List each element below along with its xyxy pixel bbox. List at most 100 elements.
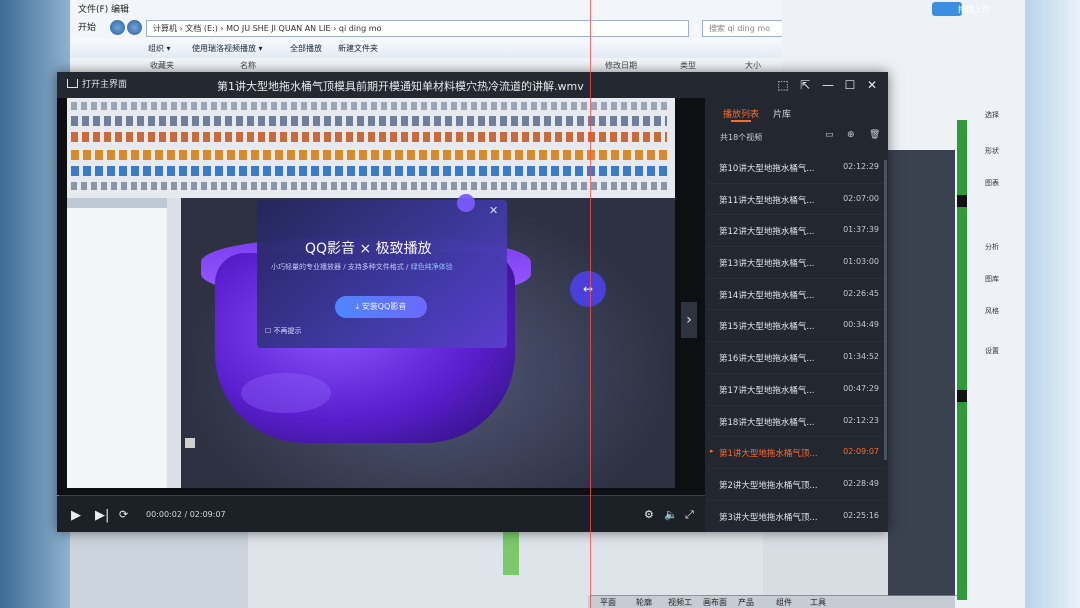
side-gallery[interactable]: 图库 xyxy=(985,274,999,284)
dark-block xyxy=(957,195,967,207)
toolbar-row xyxy=(71,166,667,176)
playlist-scrollbar[interactable] xyxy=(884,160,887,460)
playlist-item-name: 第3讲大型地拖水桶气顶... xyxy=(719,512,818,522)
toolbar-row xyxy=(71,132,667,142)
status-item[interactable]: 画布面 xyxy=(703,597,727,608)
tab-playlist[interactable]: 播放列表 xyxy=(723,107,759,120)
favorites-item[interactable]: 收藏夹 xyxy=(150,60,174,71)
video-title: 第1讲大型地拖水桶气顶模具前期开模通知单材料模穴热冷流道的讲解.wmv xyxy=(217,80,584,93)
loop-icon[interactable]: ⟳ xyxy=(119,508,128,521)
file-explorer-window: 文件(F) 编辑 开始 计算机 › 文档 (E:) › MO JU SHE JI… xyxy=(70,0,853,73)
playlist-item-name: 第14讲大型地拖水桶气... xyxy=(719,290,815,301)
tab-library[interactable]: 片库 xyxy=(773,107,791,120)
volume-icon[interactable]: 🔈 xyxy=(664,508,678,521)
folder-icon[interactable]: ▭ xyxy=(825,130,837,140)
playlist-item-name: 第18讲大型地拖水桶气... xyxy=(719,417,815,428)
play-icon[interactable]: ▶ xyxy=(71,508,81,523)
status-item[interactable]: 产品 xyxy=(738,597,754,608)
playlist-item-name: 第11讲大型地拖水桶气... xyxy=(719,195,815,206)
home-button[interactable]: 打开主界面 xyxy=(67,78,127,92)
dont-show-again-checkbox[interactable]: ☐ 不再提示 xyxy=(265,326,302,336)
playlist-item[interactable]: 第16讲大型地拖水桶气... 01:34:52 xyxy=(707,342,885,374)
side-style[interactable]: 风格 xyxy=(985,306,999,316)
home-label: 打开主界面 xyxy=(82,80,128,90)
player-titlebar[interactable]: 打开主界面 第1讲大型地拖水桶气顶模具前期开模通知单材料模穴热冷流道的讲解.wm… xyxy=(57,72,888,98)
new-folder-button[interactable]: 新建文件夹 xyxy=(338,43,378,54)
playlist-item-duration: 02:09:07 xyxy=(843,447,879,457)
playlist-item[interactable]: 第17讲大型地拖水桶气... 00:47:29 xyxy=(707,374,885,406)
playlist-item[interactable]: 第13讲大型地拖水桶气... 01:03:00 xyxy=(707,247,885,279)
video-side-tools xyxy=(167,198,181,488)
address-bar[interactable]: 计算机 › 文档 (E:) › MO JU SHE JI QUAN AN LIE… xyxy=(146,20,689,37)
organize-button[interactable]: 组织 ▾ xyxy=(148,43,171,54)
cad-status-bar: 平面 轮廓 视频工 画布面 产品 组件 工具 xyxy=(588,596,955,608)
side-analysis[interactable]: 分析 xyxy=(985,242,999,252)
guide-line-horizontal xyxy=(590,595,958,596)
playlist-item-duration: 02:26:45 xyxy=(843,288,879,298)
close-icon[interactable]: ✕ xyxy=(489,204,498,217)
status-item[interactable]: 组件 xyxy=(776,597,792,608)
back-button[interactable] xyxy=(110,20,125,35)
playlist-item-name: 第10讲大型地拖水桶气... xyxy=(719,164,815,174)
side-chart[interactable]: 图表 xyxy=(985,178,999,188)
playlist-item-duration: 00:47:29 xyxy=(843,383,879,393)
promo-subtitle-text: 小巧轻量的专业播放器 / 支持多种文件格式 / xyxy=(271,263,411,271)
dont-show-label: 不再提示 xyxy=(273,327,302,335)
next-icon[interactable]: ▶| xyxy=(95,508,109,523)
playlist-item[interactable]: 第18讲大型地拖水桶气... 02:12:23 xyxy=(707,406,885,438)
add-icon[interactable]: ⊕ xyxy=(847,130,859,140)
start-button[interactable]: 开始 xyxy=(78,20,96,33)
playlist-item-duration: 02:12:29 xyxy=(843,162,879,171)
close-button[interactable]: ✕ xyxy=(864,77,880,93)
explorer-toolbar: 组织 ▾ 使用瑞洛视频播放 ▾ 全部播放 新建文件夹 xyxy=(70,38,782,58)
status-item[interactable]: 轮廓 xyxy=(636,597,652,608)
side-shape[interactable]: 形状 xyxy=(985,146,999,156)
explorer-menu[interactable]: 文件(F) 编辑 xyxy=(78,2,129,15)
video-cad-toolbar xyxy=(67,98,675,198)
forward-button[interactable] xyxy=(127,20,142,35)
side-settings[interactable]: 设置 xyxy=(985,346,999,356)
playlist-item[interactable]: 第14讲大型地拖水桶气... 02:26:45 xyxy=(707,279,885,311)
col-date[interactable]: 修改日期 xyxy=(605,60,637,71)
guide-line-vertical xyxy=(590,0,591,608)
cad-layer-list xyxy=(70,530,248,608)
playlist-item-duration: 02:25:16 xyxy=(843,510,879,520)
side-select[interactable]: 选择 xyxy=(985,110,999,120)
status-item[interactable]: 平面 xyxy=(600,597,616,608)
playlist-item-duration: 02:12:23 xyxy=(843,415,879,425)
time-display: 00:00:02 / 02:09:07 xyxy=(146,510,226,519)
playlist-item[interactable]: 第10讲大型地拖水桶气... 02:12:29 xyxy=(707,152,885,184)
playlist-item[interactable]: 第12讲大型地拖水桶气... 01:37:39 xyxy=(707,215,885,248)
playlist-item[interactable]: ▸ 第1讲大型地拖水桶气顶... 02:09:07 xyxy=(707,437,885,469)
play-all-button[interactable]: 全部播放 xyxy=(290,43,322,54)
drag-handle-icon[interactable]: ↔ xyxy=(570,271,606,307)
col-type[interactable]: 类型 xyxy=(680,60,696,71)
playlist-item-name: 第15讲大型地拖水桶气... xyxy=(719,322,815,333)
now-playing-icon: ▸ xyxy=(710,447,714,456)
pin-button[interactable]: ⇱ xyxy=(797,77,813,93)
playlist-item-duration: 02:28:49 xyxy=(843,478,879,488)
playlist-item[interactable]: 第15讲大型地拖水桶气... 00:34:49 xyxy=(707,310,885,343)
settings-icon[interactable]: ⚙ xyxy=(644,508,654,521)
playlist-item-duration: 01:03:00 xyxy=(843,257,879,267)
fullscreen-icon[interactable]: ⤢ xyxy=(685,508,694,522)
expand-panel-button[interactable]: › xyxy=(681,302,697,338)
video-area[interactable]: ✕ QQ影音 × 极致播放 小巧轻量的专业播放器 / 支持多种文件格式 / 绿色… xyxy=(57,98,705,496)
playlist-item-duration: 02:07:00 xyxy=(843,193,879,203)
playlist-item[interactable]: 第3讲大型地拖水桶气顶... 02:25:16 xyxy=(707,501,885,522)
playlist-item[interactable]: 第11讲大型地拖水桶气... 02:07:00 xyxy=(707,184,885,216)
playlist-item-name: 第17讲大型地拖水桶气... xyxy=(719,385,815,396)
minimize-button[interactable]: — xyxy=(820,77,836,93)
col-name[interactable]: 名称 xyxy=(240,60,256,71)
playlist-item[interactable]: 第2讲大型地拖水桶气顶... 02:28:49 xyxy=(707,469,885,501)
maximize-button[interactable]: ☐ xyxy=(842,77,858,93)
col-size[interactable]: 大小 xyxy=(745,60,761,71)
install-qq-player-button[interactable]: ⤓ 安装QQ影音 xyxy=(335,296,427,318)
status-item[interactable]: 视频工 xyxy=(668,597,692,608)
upload-label[interactable]: 拖拽上传 xyxy=(958,4,990,15)
mini-mode-button[interactable]: ⬚ xyxy=(775,77,791,93)
trash-icon[interactable]: 🗑 xyxy=(869,130,881,140)
play-with-button[interactable]: 使用瑞洛视频播放 ▾ xyxy=(192,43,263,54)
status-item[interactable]: 工具 xyxy=(810,597,826,608)
promo-subtitle-highlight: 绿色纯净体验 xyxy=(410,263,453,271)
